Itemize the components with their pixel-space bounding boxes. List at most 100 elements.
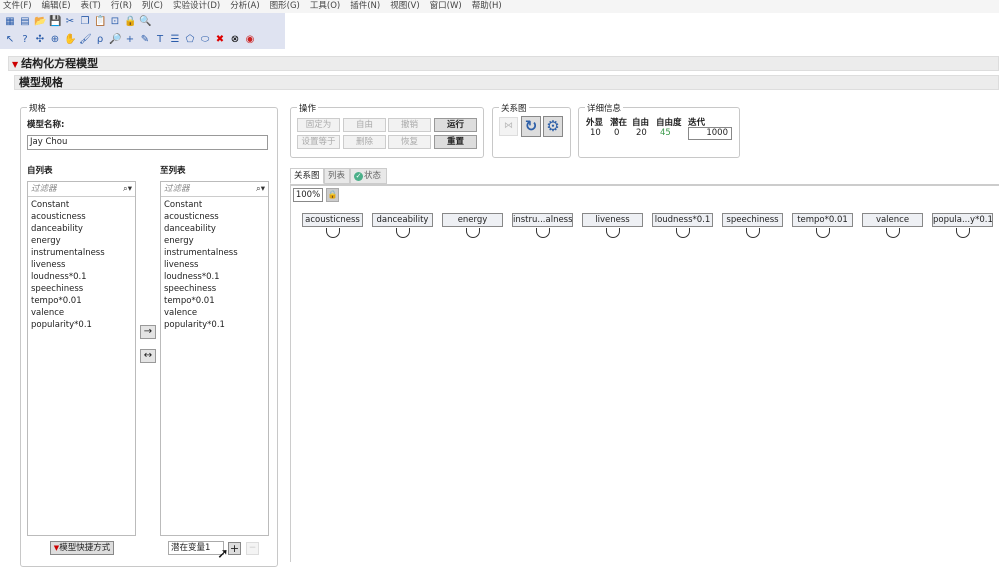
- crosshair-icon[interactable]: ⊕: [49, 34, 61, 46]
- from-list-item[interactable]: instrumentalness: [28, 247, 135, 259]
- polygon-icon[interactable]: ⬠: [184, 34, 196, 46]
- open-icon[interactable]: 📂: [34, 16, 46, 28]
- lock-icon[interactable]: 🔒: [326, 188, 339, 202]
- model-name-input[interactable]: Jay Chou: [27, 135, 268, 150]
- tag-icon[interactable]: ⊡: [109, 16, 121, 28]
- menu-item[interactable]: 列(C): [142, 0, 168, 13]
- menu-item[interactable]: 编辑(E): [42, 0, 76, 13]
- from-list-item[interactable]: acousticness: [28, 211, 135, 223]
- op-button[interactable]: 运行: [434, 118, 477, 132]
- disclosure-triangle-icon[interactable]: ▼: [12, 60, 18, 69]
- paste-icon[interactable]: 📋: [94, 16, 106, 28]
- to-list-item[interactable]: instrumentalness: [161, 247, 268, 259]
- search-icon[interactable]: 🔍: [139, 16, 151, 28]
- brush-icon[interactable]: 🖌: [79, 34, 92, 46]
- one-way-arrow-button[interactable]: →: [140, 325, 156, 339]
- variable-node[interactable]: valence: [862, 213, 923, 227]
- menu-item[interactable]: 帮助(H): [472, 0, 507, 13]
- menu-item[interactable]: 插件(N): [350, 0, 385, 13]
- variable-node[interactable]: danceability: [372, 213, 433, 227]
- lines-icon[interactable]: ☰: [169, 34, 181, 46]
- menu-item[interactable]: 图形(G): [270, 0, 305, 13]
- copy-icon[interactable]: ❐: [79, 16, 91, 28]
- search-dropdown-icon[interactable]: ⌕▾: [123, 182, 132, 196]
- variable-node[interactable]: tempo*0.01: [792, 213, 853, 227]
- lock-icon[interactable]: 🔒: [124, 16, 136, 28]
- op-button[interactable]: 固定为: [297, 118, 340, 132]
- to-list-item[interactable]: acousticness: [161, 211, 268, 223]
- menu-item[interactable]: 表(T): [81, 0, 106, 13]
- from-list-item[interactable]: popularity*0.1: [28, 319, 135, 331]
- to-list-item[interactable]: speechiness: [161, 283, 268, 295]
- to-list-item[interactable]: liveness: [161, 259, 268, 271]
- tab-0[interactable]: 关系图: [290, 168, 324, 184]
- menu-item[interactable]: 文件(F): [3, 0, 37, 13]
- variable-node[interactable]: popula...y*0.1: [932, 213, 993, 227]
- stop-icon[interactable]: ◉: [244, 34, 256, 46]
- new-table-icon[interactable]: ▦: [4, 16, 16, 28]
- op-button[interactable]: 撤销: [388, 118, 431, 132]
- variable-node[interactable]: speechiness: [722, 213, 783, 227]
- refresh-icon[interactable]: ↻: [521, 116, 541, 137]
- delete-icon[interactable]: ✖: [214, 34, 226, 46]
- platform-header[interactable]: ▼ 结构化方程模型: [8, 56, 999, 71]
- from-list-item[interactable]: valence: [28, 307, 135, 319]
- lasso-icon[interactable]: ρ: [94, 34, 106, 46]
- menu-item[interactable]: 行(R): [111, 0, 137, 13]
- arrow-icon[interactable]: ↖: [4, 34, 16, 46]
- from-list-item[interactable]: danceability: [28, 223, 135, 235]
- zoom-level-input[interactable]: 100%: [293, 188, 323, 202]
- op-button[interactable]: 自由: [343, 118, 386, 132]
- op-button[interactable]: 设置等于: [297, 135, 340, 149]
- grabber-icon[interactable]: ✣: [34, 34, 46, 46]
- ellipse-icon[interactable]: ⬭: [199, 34, 211, 46]
- to-list[interactable]: 过滤器 ⌕▾ Constant acousticness danceability en…: [160, 181, 269, 536]
- variable-node[interactable]: acousticness: [302, 213, 363, 227]
- tab-2[interactable]: ✓ 状态: [350, 168, 387, 184]
- to-list-item[interactable]: energy: [161, 235, 268, 247]
- menu-item[interactable]: 视图(V): [390, 0, 424, 13]
- to-list-item[interactable]: tempo*0.01: [161, 295, 268, 307]
- new-script-icon[interactable]: ▤: [19, 16, 31, 28]
- layout-icon[interactable]: ⋈: [499, 117, 518, 136]
- two-way-arrow-button[interactable]: ↔: [140, 349, 156, 363]
- help-icon[interactable]: ?: [19, 34, 31, 46]
- plus-icon[interactable]: +: [124, 34, 136, 46]
- to-list-item[interactable]: Constant: [161, 199, 268, 211]
- gear-icon[interactable]: ⚙: [543, 116, 563, 137]
- menu-item[interactable]: 窗口(W): [430, 0, 467, 13]
- search-dropdown-icon[interactable]: ⌕▾: [256, 182, 265, 196]
- menu-item[interactable]: 分析(A): [230, 0, 264, 13]
- to-list-item[interactable]: popularity*0.1: [161, 319, 268, 331]
- variable-node[interactable]: loudness*0.1: [652, 213, 713, 227]
- from-list-item[interactable]: energy: [28, 235, 135, 247]
- from-filter-input[interactable]: 过滤器 ⌕▾: [28, 182, 135, 197]
- from-list-item[interactable]: Constant: [28, 199, 135, 211]
- from-list-item[interactable]: tempo*0.01: [28, 295, 135, 307]
- diagram-canvas[interactable]: [290, 184, 999, 562]
- latent-variable-input[interactable]: 潜在变量1: [168, 541, 224, 555]
- to-list-item[interactable]: loudness*0.1: [161, 271, 268, 283]
- op-button[interactable]: 恢复: [388, 135, 431, 149]
- model-shortcut-button[interactable]: ▼模型快捷方式: [50, 541, 114, 555]
- add-latent-button[interactable]: +: [228, 542, 241, 555]
- to-filter-input[interactable]: 过滤器 ⌕▾: [161, 182, 268, 197]
- from-list-item[interactable]: speechiness: [28, 283, 135, 295]
- remove-latent-button[interactable]: −: [246, 542, 259, 555]
- to-list-item[interactable]: danceability: [161, 223, 268, 235]
- variable-node[interactable]: energy: [442, 213, 503, 227]
- menu-item[interactable]: 实验设计(D): [173, 0, 225, 13]
- variable-node[interactable]: instru...alness: [512, 213, 573, 227]
- zoom-icon[interactable]: 🔎: [109, 34, 121, 46]
- op-button[interactable]: 重置: [434, 135, 477, 149]
- close-circle-icon[interactable]: ⊗: [229, 34, 241, 46]
- cut-icon[interactable]: ✂: [64, 16, 76, 28]
- menu-item[interactable]: 工具(O): [310, 0, 345, 13]
- tab-1[interactable]: 列表: [324, 168, 350, 184]
- from-list[interactable]: 过滤器 ⌕▾ Constant acousticness danceability en…: [27, 181, 136, 536]
- op-button[interactable]: 删除: [343, 135, 386, 149]
- to-list-item[interactable]: valence: [161, 307, 268, 319]
- save-icon[interactable]: 💾: [49, 16, 61, 28]
- section-header[interactable]: 模型规格: [14, 75, 999, 90]
- from-list-item[interactable]: loudness*0.1: [28, 271, 135, 283]
